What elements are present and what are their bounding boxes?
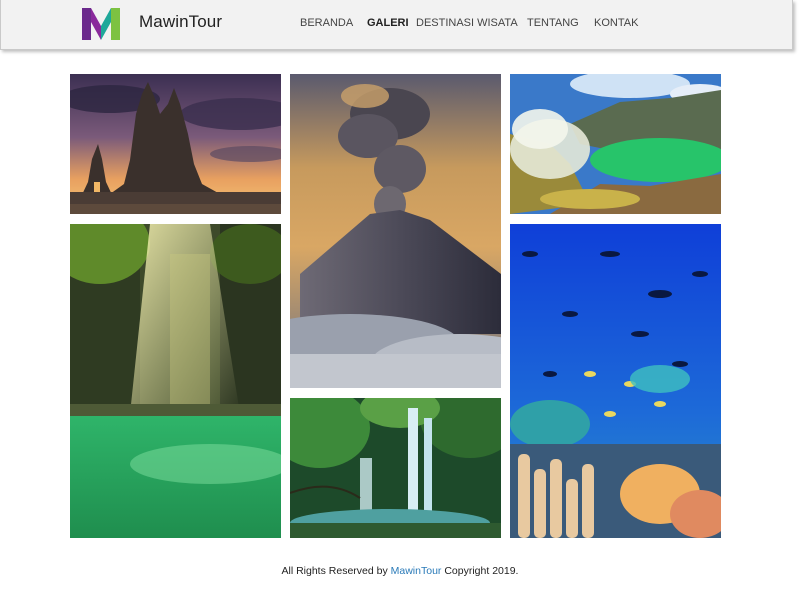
nav-item-destinasi-wisata[interactable]: DESTINASI WISATA <box>416 17 518 29</box>
site-footer: All Rights Reserved by MawinTour Copyrig… <box>0 565 800 577</box>
nav-item-galeri[interactable]: GALERI <box>367 17 409 29</box>
brand-name[interactable]: MawinTour <box>139 12 222 32</box>
footer-prefix: All Rights Reserved by <box>281 565 388 577</box>
site-header: MawinTour BERANDA GALERI DESTINASI WISAT… <box>0 0 793 50</box>
nav-item-kontak[interactable]: KONTAK <box>594 17 638 29</box>
gallery-image-temple[interactable] <box>70 74 281 214</box>
mawintour-logo-icon[interactable] <box>82 8 120 40</box>
gallery-image-coral-reef[interactable] <box>510 224 721 538</box>
footer-brand-link[interactable]: MawinTour <box>391 565 442 577</box>
nav-item-beranda[interactable]: BERANDA <box>300 17 353 29</box>
nav-item-tentang[interactable]: TENTANG <box>527 17 579 29</box>
gallery-image-crater-lake[interactable] <box>510 74 721 214</box>
gallery-image-volcano[interactable] <box>290 74 501 388</box>
gallery-image-canyon-river[interactable] <box>70 224 281 538</box>
gallery-image-waterfall[interactable] <box>290 398 501 538</box>
footer-copyright: Copyright 2019. <box>444 565 519 577</box>
